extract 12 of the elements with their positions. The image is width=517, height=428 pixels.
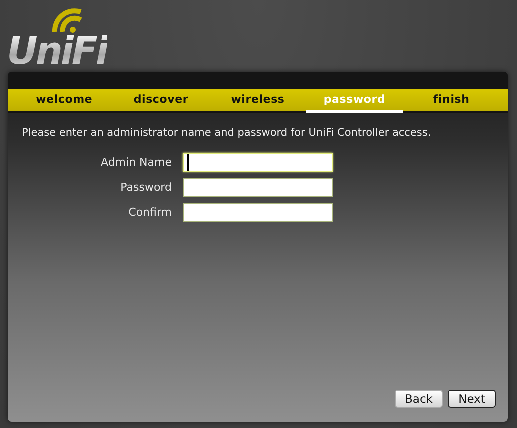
- next-button[interactable]: Next: [448, 390, 496, 408]
- wizard-tab[interactable]: wireless: [210, 89, 306, 113]
- input-field[interactable]: [183, 203, 333, 222]
- field-label: Password: [120, 181, 172, 194]
- wizard-tab[interactable]: welcome: [16, 89, 113, 113]
- wizard-tab[interactable]: discover: [112, 89, 210, 113]
- field-label: Admin Name: [100, 156, 172, 169]
- input-field[interactable]: [183, 178, 333, 197]
- back-button[interactable]: Back: [395, 390, 443, 408]
- field-label: Confirm: [128, 206, 172, 219]
- wizard-tab[interactable]: finish: [403, 89, 500, 113]
- instructions: Please enter an administrator name and password for UniFi Controller access.: [22, 127, 432, 139]
